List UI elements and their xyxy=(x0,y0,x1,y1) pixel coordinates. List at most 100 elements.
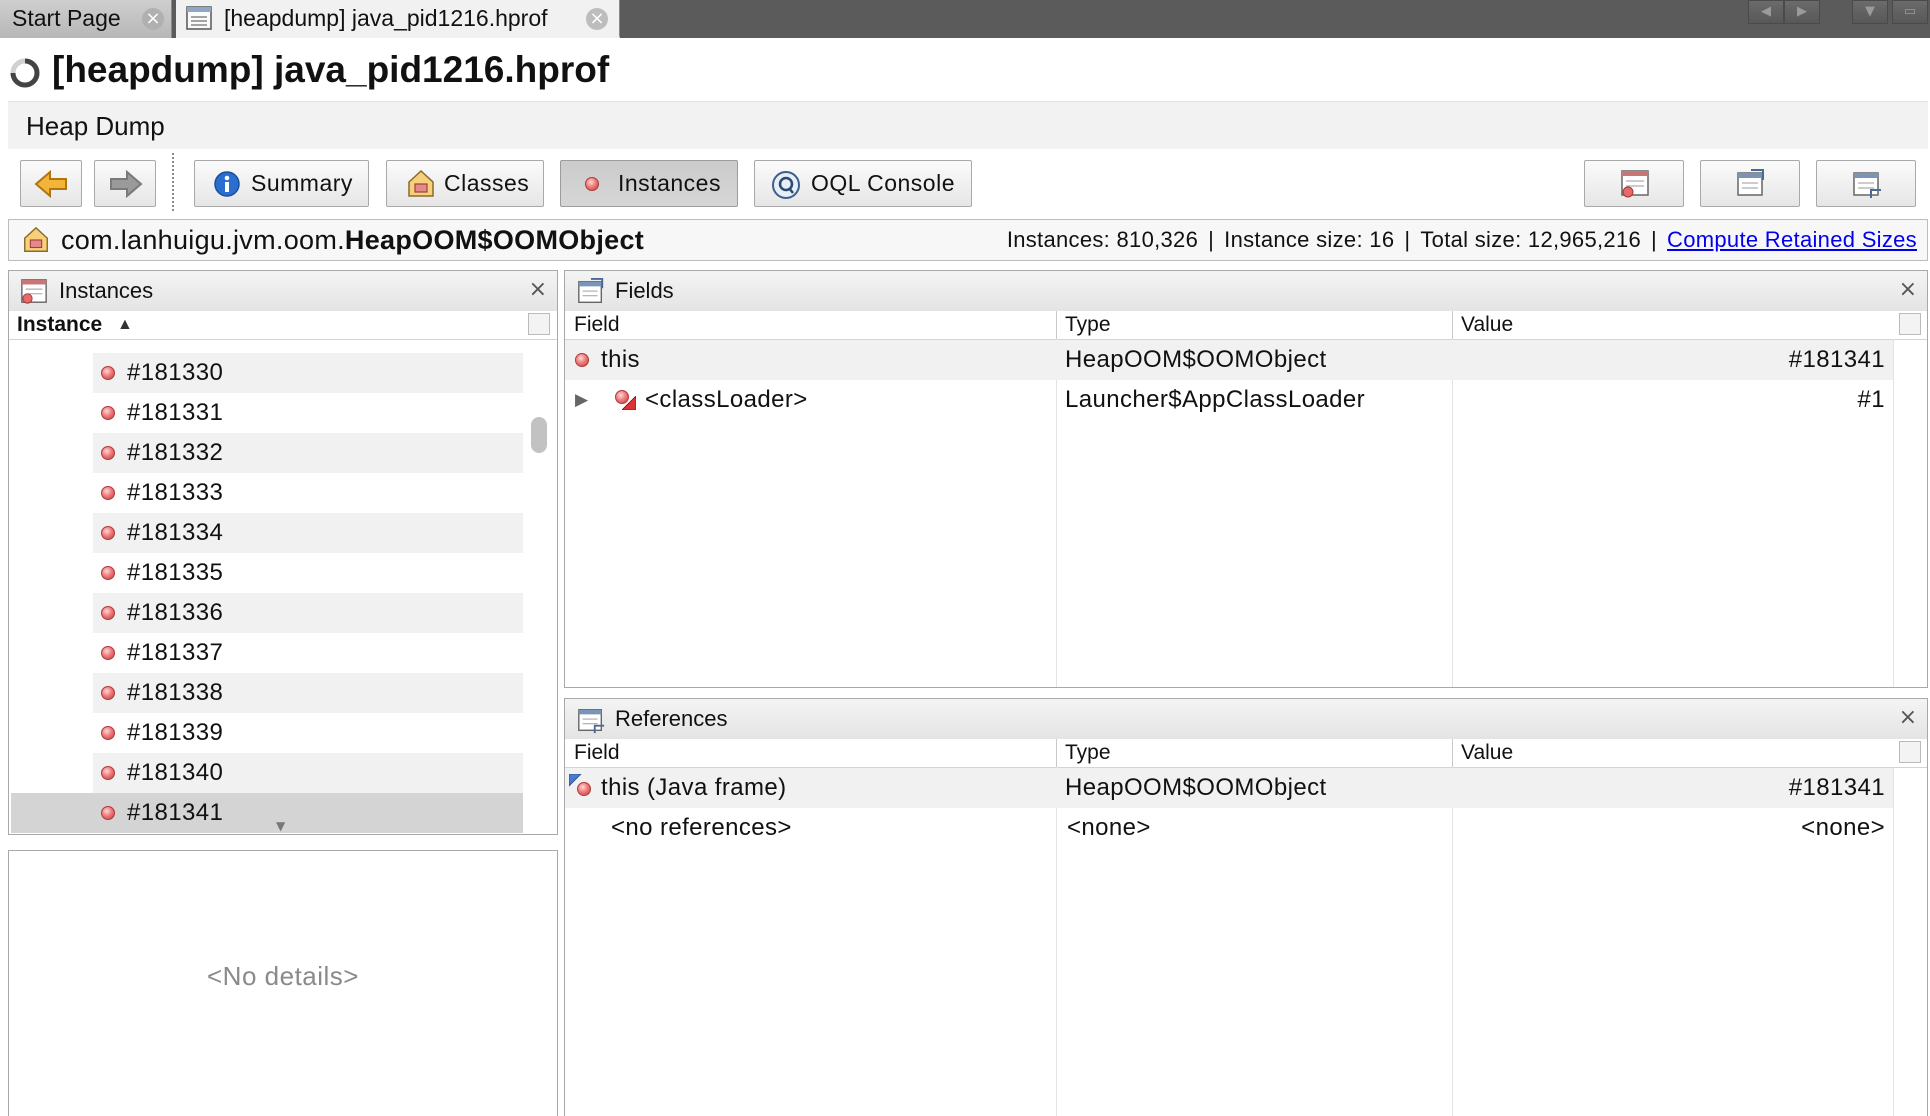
field-value: #181341 xyxy=(1788,346,1885,373)
instance-list-item[interactable]: #181334 xyxy=(93,513,523,553)
instance-list-item[interactable]: #181340 xyxy=(93,753,523,793)
back-button[interactable] xyxy=(20,160,82,207)
instance-details-panel: <No details> xyxy=(8,850,558,1116)
tab-close-icon[interactable]: × xyxy=(142,8,164,30)
instances-panel: Instances × Instance ▲ #181330 #181331 #18… xyxy=(8,270,558,835)
scroll-tabs-left-button[interactable]: ◀ xyxy=(1748,0,1784,24)
instance-list-item[interactable]: #181336 xyxy=(93,593,523,633)
field-value: #1 xyxy=(1857,386,1885,413)
toggle-instances-view-button[interactable] xyxy=(1584,160,1684,207)
summary-button[interactable]: Summary xyxy=(194,160,369,207)
close-instances-panel-icon[interactable]: × xyxy=(529,271,547,309)
tab-close-icon[interactable]: × xyxy=(586,8,608,30)
instance-list-item[interactable]: #181333 xyxy=(93,473,523,513)
instance-dot-icon xyxy=(101,646,115,660)
tab-start-page[interactable]: Start Page × xyxy=(0,0,172,38)
instance-id: #181333 xyxy=(127,479,224,506)
fields-panel-header: Fields × xyxy=(565,271,1927,312)
column-settings-icon[interactable] xyxy=(1899,741,1921,763)
toggle-fields-view-button[interactable] xyxy=(1700,160,1800,207)
reference-field: this (Java frame) xyxy=(601,774,787,801)
close-references-panel-icon[interactable]: × xyxy=(1899,699,1917,737)
instance-list-item[interactable]: #181339 xyxy=(93,713,523,753)
sort-ascending-icon[interactable]: ▲ xyxy=(117,311,133,339)
heapdump-document-icon xyxy=(186,6,212,30)
class-icon xyxy=(24,226,48,252)
summary-label: Summary xyxy=(251,170,353,196)
classes-label: Classes xyxy=(444,170,530,196)
field-column-label[interactable]: Field xyxy=(574,311,620,339)
instance-dot-icon xyxy=(101,686,115,700)
references-view-icon xyxy=(1853,172,1881,198)
instance-list-item[interactable]: #181337 xyxy=(93,633,523,673)
reference-type: HeapOOM$OOMObject xyxy=(1065,774,1327,801)
forward-button[interactable] xyxy=(94,160,156,207)
instance-column-label[interactable]: Instance xyxy=(17,311,102,339)
close-fields-panel-icon[interactable]: × xyxy=(1899,271,1917,309)
split-collapse-icon[interactable]: ▼ xyxy=(276,819,285,833)
total-size: Total size: 12,965,216 xyxy=(1420,227,1642,252)
value-column-label[interactable]: Value xyxy=(1461,311,1513,339)
scroll-tabs-right-button[interactable]: ▶ xyxy=(1784,0,1820,24)
oql-console-button[interactable]: OQL Console xyxy=(754,160,972,207)
maximize-window-button[interactable]: ▭ xyxy=(1892,0,1928,24)
reference-value: <none> xyxy=(1801,814,1885,841)
instance-id: #181341 xyxy=(127,799,224,826)
instance-dot-icon xyxy=(101,806,115,820)
instances-scrollbar-thumb[interactable] xyxy=(531,417,547,453)
instances-panel-title: Instances xyxy=(59,278,154,303)
instance-list-item[interactable]: #181331 xyxy=(93,393,523,433)
instance-dot-icon xyxy=(575,353,589,367)
column-divider xyxy=(1452,739,1453,767)
field-type: HeapOOM$OOMObject xyxy=(1065,346,1327,373)
column-divider xyxy=(1056,739,1057,767)
table-row[interactable]: <no references> <none> <none> xyxy=(565,808,1893,848)
table-row[interactable]: this (Java frame) HeapOOM$OOMObject #181… xyxy=(565,768,1893,808)
instance-list-item[interactable]: #181341 xyxy=(11,793,523,833)
table-row[interactable]: ▶ <classLoader> Launcher$AppClassLoader … xyxy=(565,380,1893,420)
stats-separator: | xyxy=(1404,227,1411,252)
instance-dot-icon xyxy=(101,726,115,740)
compute-retained-sizes-link[interactable]: Compute Retained Sizes xyxy=(1667,227,1917,252)
expand-triangle-icon[interactable]: ▶ xyxy=(575,380,588,420)
stats-separator: | xyxy=(1208,227,1215,252)
instances-button[interactable]: Instances xyxy=(560,160,738,207)
reference-type: <none> xyxy=(1067,814,1151,841)
references-panel-icon xyxy=(578,708,605,734)
column-divider xyxy=(1452,311,1453,339)
type-column-label[interactable]: Type xyxy=(1065,739,1111,767)
tab-heapdump[interactable]: [heapdump] java_pid1216.hprof × xyxy=(176,0,620,38)
field-column-label[interactable]: Field xyxy=(574,739,620,767)
instance-dot-icon xyxy=(101,486,115,500)
instance-list-item[interactable]: #181335 xyxy=(93,553,523,593)
tab-list-dropdown-button[interactable]: ▼ xyxy=(1852,0,1888,24)
value-column-label[interactable]: Value xyxy=(1461,739,1513,767)
toolbar-separator xyxy=(172,153,174,211)
table-row[interactable]: this HeapOOM$OOMObject #181341 xyxy=(565,340,1893,380)
back-arrow-icon xyxy=(34,169,67,199)
column-settings-icon[interactable] xyxy=(528,313,550,335)
instance-id: #181331 xyxy=(127,399,224,426)
type-column-label[interactable]: Type xyxy=(1065,311,1111,339)
view-subtitle: Heap Dump xyxy=(8,101,1928,149)
tab-label: Start Page xyxy=(12,5,121,31)
instance-id: #181339 xyxy=(127,719,224,746)
instance-id: #181338 xyxy=(127,679,224,706)
instance-dot-icon xyxy=(101,766,115,780)
instance-list-item[interactable]: #181330 xyxy=(93,353,523,393)
instance-list-item[interactable]: #181332 xyxy=(93,433,523,473)
instances-column-header[interactable]: Instance ▲ xyxy=(9,311,557,340)
column-divider xyxy=(1893,767,1894,1116)
editor-tab-strip: Start Page × [heapdump] java_pid1216.hpr… xyxy=(0,0,1930,38)
classes-button[interactable]: Classes xyxy=(386,160,544,207)
instance-dot-icon xyxy=(101,606,115,620)
forward-arrow-icon xyxy=(110,169,143,199)
classes-icon xyxy=(408,169,434,197)
java-frame-instance-icon xyxy=(569,774,595,800)
instance-dot-icon xyxy=(101,526,115,540)
column-settings-icon[interactable] xyxy=(1899,313,1921,335)
loading-spinner-icon xyxy=(10,58,40,88)
instance-id: #181334 xyxy=(127,519,224,546)
toggle-references-view-button[interactable] xyxy=(1816,160,1916,207)
instance-list-item[interactable]: #181338 xyxy=(93,673,523,713)
